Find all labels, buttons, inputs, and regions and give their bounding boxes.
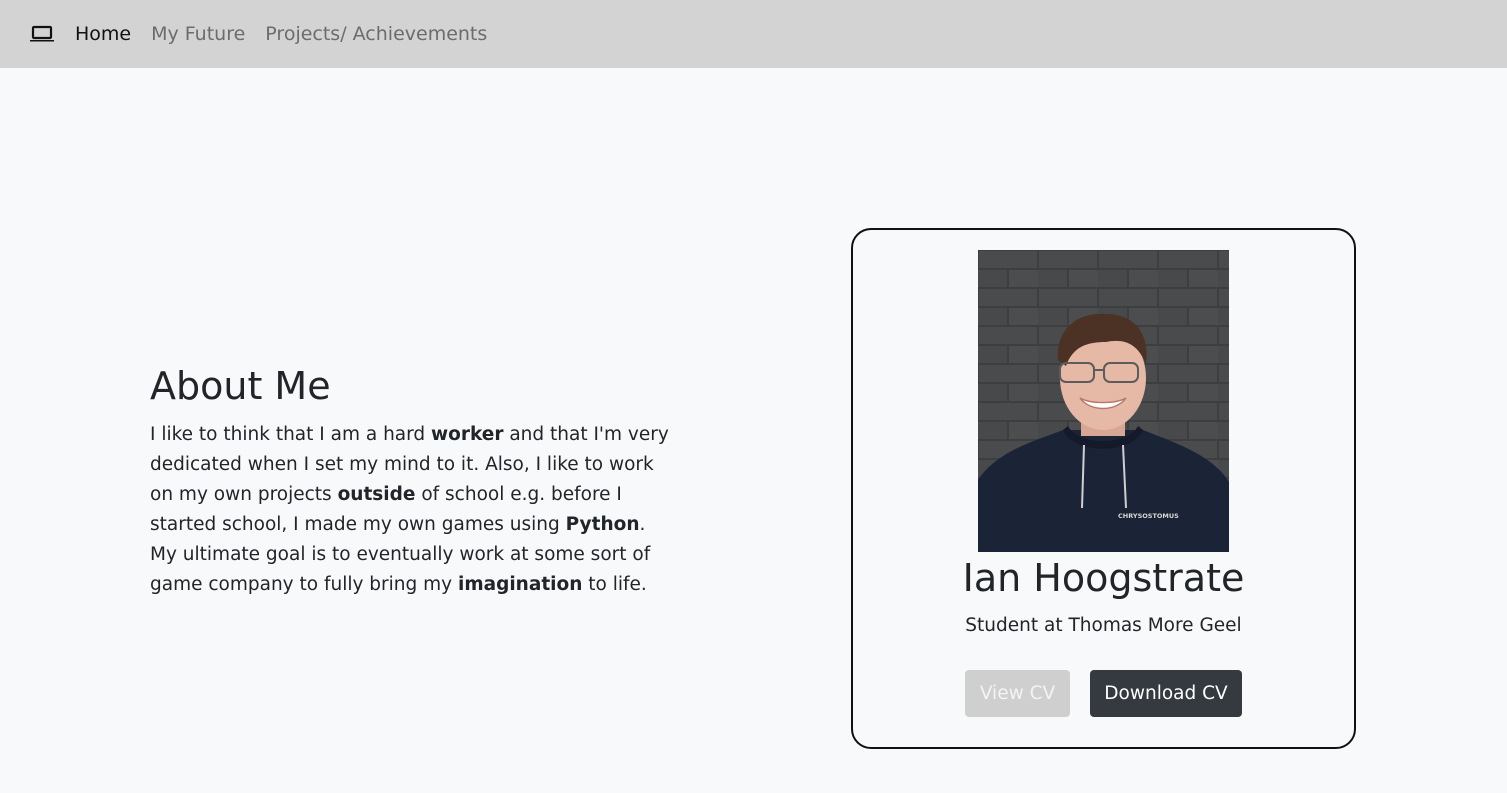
profile-name: Ian Hoogstrate	[962, 556, 1245, 600]
nav-link-home[interactable]: Home	[75, 23, 131, 45]
hoodie-print: CHRYSOSTOMUS	[1118, 512, 1179, 520]
about-text-bold: worker	[431, 424, 504, 445]
about-heading: About Me	[150, 364, 331, 408]
laptop-icon[interactable]	[29, 24, 55, 44]
profile-subtitle: Student at Thomas More Geel	[965, 615, 1242, 636]
about-text: I like to think that I am a hard worker …	[150, 420, 670, 600]
nav-link-my-future[interactable]: My Future	[151, 23, 245, 45]
nav-link-projects[interactable]: Projects/ Achievements	[265, 23, 487, 45]
about-section: About Me I like to think that I am a har…	[150, 360, 670, 600]
profile-card: CHRYSOSTOMUS Ian Hoogstrate Student at T…	[851, 228, 1356, 749]
about-text-bold: outside	[337, 484, 416, 505]
download-cv-button[interactable]: Download CV	[1090, 670, 1242, 717]
navbar: Home My Future Projects/ Achievements	[0, 0, 1507, 68]
about-text-part: to life.	[582, 574, 647, 595]
about-text-part: I like to think that I am a hard	[150, 424, 432, 445]
about-text-bold: Python	[565, 514, 640, 535]
about-text-bold: imagination	[458, 574, 583, 595]
profile-photo: CHRYSOSTOMUS	[978, 250, 1229, 552]
view-cv-button[interactable]: View CV	[965, 670, 1070, 717]
